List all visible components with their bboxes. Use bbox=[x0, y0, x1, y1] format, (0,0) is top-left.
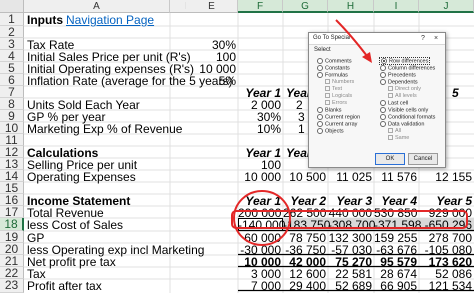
checkbox-icon bbox=[325, 93, 330, 99]
ok-button[interactable]: OK bbox=[375, 153, 405, 165]
radio-icon bbox=[317, 114, 323, 120]
radio-icon bbox=[388, 86, 393, 92]
radio-selected-icon bbox=[381, 58, 387, 64]
checkbox-icon bbox=[325, 79, 330, 85]
radio-icon bbox=[317, 121, 323, 127]
option-column-differences[interactable]: Column differences bbox=[380, 65, 435, 71]
option-last-cell[interactable]: Last cell bbox=[380, 100, 408, 106]
option-all: All bbox=[388, 128, 401, 134]
option-conditional-formats[interactable]: Conditional formats bbox=[380, 114, 435, 120]
option-same: Same bbox=[388, 135, 409, 141]
option-current-region[interactable]: Current region bbox=[317, 114, 360, 120]
option-numbers: Numbers bbox=[325, 79, 354, 85]
radio-icon bbox=[380, 107, 386, 113]
option-visible-cells-only[interactable]: Visible cells only bbox=[380, 107, 428, 113]
option-data-validation[interactable]: Data validation bbox=[380, 121, 424, 127]
select-section-label: Select bbox=[314, 47, 331, 53]
radio-icon bbox=[380, 100, 386, 106]
option-blanks[interactable]: Blanks bbox=[317, 107, 342, 113]
dialog-title: Go To Special bbox=[313, 35, 351, 41]
option-direct-only: Direct only bbox=[388, 86, 421, 92]
option-formulas[interactable]: Formulas bbox=[317, 72, 348, 78]
option-dependents[interactable]: Dependents bbox=[380, 79, 418, 85]
checkbox-icon bbox=[325, 100, 330, 106]
radio-icon bbox=[317, 65, 323, 71]
option-errors: Errors bbox=[325, 100, 347, 106]
radio-icon bbox=[388, 135, 393, 141]
radio-icon bbox=[317, 72, 323, 78]
help-icon[interactable]: ? bbox=[421, 34, 425, 43]
radio-icon bbox=[380, 79, 386, 85]
option-logicals: Logicals bbox=[325, 93, 352, 99]
option-objects[interactable]: Objects bbox=[317, 128, 344, 134]
option-comments[interactable]: Comments bbox=[317, 58, 352, 64]
option-current-array[interactable]: Current array bbox=[317, 121, 357, 127]
radio-icon bbox=[317, 58, 323, 64]
option-text: Text bbox=[325, 86, 342, 92]
option-all-levels: All levels bbox=[388, 93, 417, 99]
radio-icon bbox=[380, 65, 386, 71]
option-precedents[interactable]: Precedents bbox=[380, 72, 416, 78]
radio-icon bbox=[317, 128, 323, 134]
radio-icon bbox=[380, 72, 386, 78]
radio-icon bbox=[380, 114, 386, 120]
radio-icon bbox=[388, 93, 393, 99]
option-constants[interactable]: Constants bbox=[317, 65, 350, 71]
checkbox-icon bbox=[325, 86, 330, 92]
radio-icon bbox=[388, 128, 393, 134]
radio-icon bbox=[317, 107, 323, 113]
close-icon[interactable]: × bbox=[434, 34, 438, 43]
radio-icon bbox=[380, 121, 386, 127]
go-to-special-dialog[interactable]: Go To Special ? × Select Comments Consta… bbox=[308, 32, 446, 168]
cancel-button[interactable]: Cancel bbox=[408, 153, 438, 165]
